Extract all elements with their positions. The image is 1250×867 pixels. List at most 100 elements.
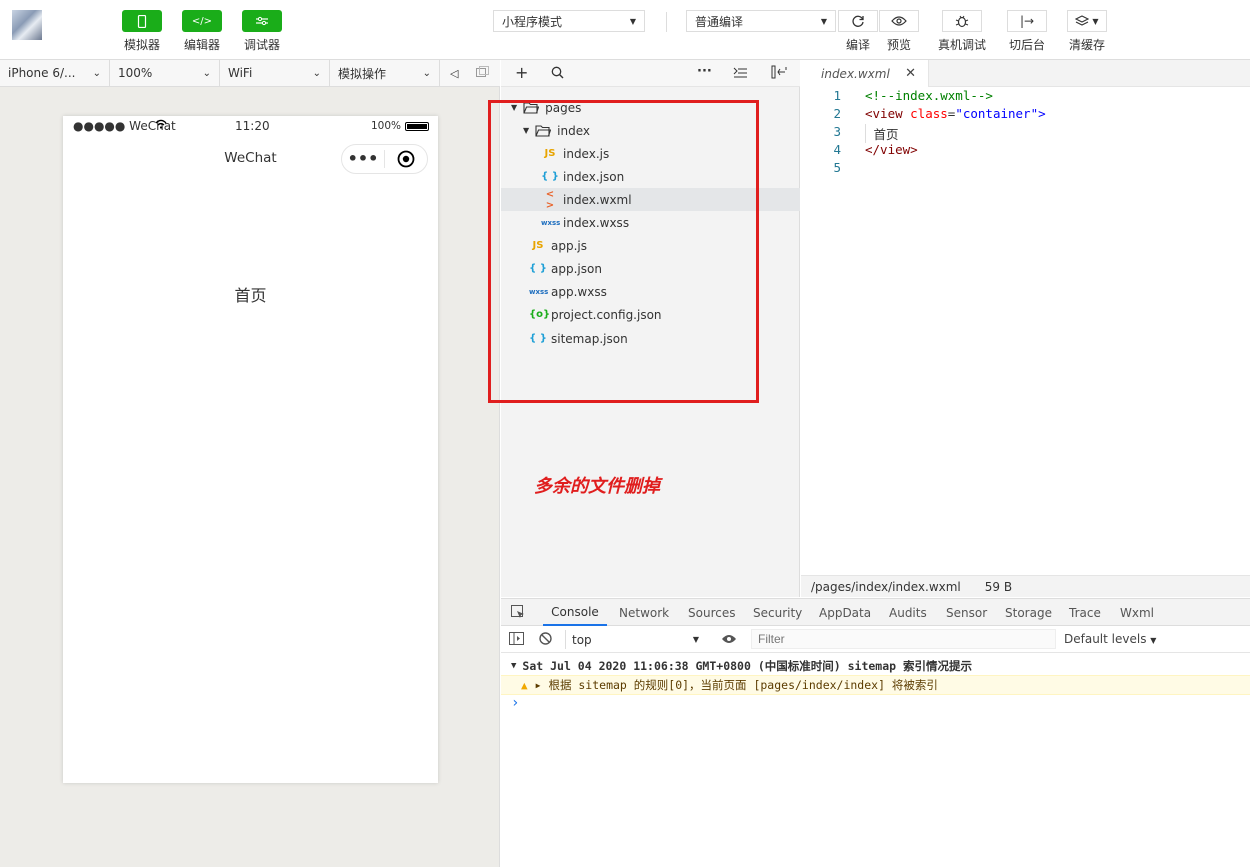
popout-button[interactable] xyxy=(476,66,490,80)
annotation-text: 多余的文件删掉 xyxy=(534,476,660,497)
caret-down-icon: ▼ xyxy=(1150,636,1157,645)
mode-select-value: 小程序模式 xyxy=(502,14,563,29)
context-select[interactable]: top ▼ xyxy=(565,630,705,649)
console-output: ▼ Sat Jul 04 2020 11:06:38 GMT+0800 (中国标… xyxy=(501,653,1250,867)
devtools-tab-sensor[interactable]: Sensor xyxy=(946,599,987,626)
compile-button[interactable] xyxy=(838,10,878,32)
zoom-select[interactable]: 100% ⌄ xyxy=(110,60,220,86)
mode-select[interactable]: 小程序模式 ▼ xyxy=(493,10,645,32)
debugger-toggle-button[interactable] xyxy=(242,10,282,32)
more-dots-icon[interactable]: ••• xyxy=(342,151,384,167)
phone-icon xyxy=(137,14,147,28)
exit-arrow-icon: |→ xyxy=(1019,14,1035,28)
status-file-path: /pages/index/index.wxml xyxy=(811,579,961,594)
caret-down-icon: ▼ xyxy=(1092,16,1099,26)
code-line-4: </view> xyxy=(865,142,918,157)
chevron-down-icon: ⌄ xyxy=(92,67,101,79)
eye-icon[interactable] xyxy=(721,633,737,648)
clear-cache-label: 清缓存 xyxy=(1068,38,1105,52)
line-number: 3 xyxy=(833,124,841,139)
warning-icon: ▲ xyxy=(521,678,528,692)
compile-select[interactable]: 普通编译 ▼ xyxy=(686,10,836,32)
devtools-tab-appdata[interactable]: AppData xyxy=(819,599,871,626)
devtools-tab-network[interactable]: Network xyxy=(619,599,669,626)
context-select-value: top xyxy=(572,632,592,647)
sidebar-toggle-icon[interactable] xyxy=(509,632,524,648)
device-select-value: iPhone 6/... xyxy=(8,66,76,80)
devtools-tab-wxml[interactable]: Wxml xyxy=(1120,599,1154,626)
log-warning-row[interactable]: ▲ ▶ 根据 sitemap 的规则[0]，当前页面 [pages/index/… xyxy=(501,675,1250,695)
simulator-toggle-button[interactable] xyxy=(122,10,162,32)
search-icon[interactable] xyxy=(551,66,564,82)
caret-down-icon: ▼ xyxy=(820,16,827,26)
compile-label: 编译 xyxy=(845,38,870,52)
clear-console-icon[interactable] xyxy=(539,632,552,648)
line-number: 1 xyxy=(833,88,841,103)
real-device-debug-button[interactable] xyxy=(942,10,982,32)
devtools-tab-security[interactable]: Security xyxy=(753,599,802,626)
devtools-tab-trace[interactable]: Trace xyxy=(1069,599,1101,626)
devtools-tab-sources[interactable]: Sources xyxy=(688,599,735,626)
switch-background-label: 切后台 xyxy=(1008,38,1045,52)
editor-label: 编辑器 xyxy=(183,38,220,52)
operation-select[interactable]: 模拟操作 ⌄ xyxy=(330,60,440,86)
devtools-tab-console[interactable]: Console xyxy=(543,599,607,626)
refresh-icon xyxy=(852,15,864,27)
code-line-2: <view class="container"> xyxy=(865,106,1046,121)
devtools-tab-bar: Console Network Sources Security AppData Audi… xyxy=(501,598,1250,626)
more-icon[interactable]: ··· xyxy=(697,64,712,79)
code-line-3: 首页 xyxy=(865,124,899,143)
devtools-tab-audits[interactable]: Audits xyxy=(889,599,927,626)
simulator-label: 模拟器 xyxy=(123,38,160,52)
real-device-debug-label: 真机调试 xyxy=(937,38,986,52)
debugger-label: 调试器 xyxy=(243,38,280,52)
status-time: 11:20 xyxy=(235,119,270,133)
preview-button[interactable] xyxy=(879,10,919,32)
status-file-size: 59 B xyxy=(984,579,1013,594)
window-icon xyxy=(476,66,489,77)
close-icon[interactable]: ✕ xyxy=(905,66,916,81)
code-tag-close: </view> xyxy=(865,142,918,157)
devtools-tab-storage[interactable]: Storage xyxy=(1005,599,1052,626)
sliders-icon xyxy=(256,16,268,26)
mute-button[interactable]: ◁ xyxy=(450,65,464,81)
editor-tab-bar: index.wxml ✕ xyxy=(801,60,1250,87)
editor-tab-active[interactable]: index.wxml ✕ xyxy=(801,60,929,87)
operation-select-value: 模拟操作 xyxy=(338,66,387,81)
annotation-box xyxy=(488,100,759,403)
code-icon: </> xyxy=(191,15,213,27)
log-group[interactable]: ▼ Sat Jul 04 2020 11:06:38 GMT+0800 (中国标… xyxy=(511,657,1246,675)
capsule-menu: ••• xyxy=(341,144,428,174)
battery-icon xyxy=(405,122,429,131)
user-avatar[interactable] xyxy=(12,10,42,40)
chevron-down-icon: ⌄ xyxy=(422,67,431,79)
page-content-text: 首页 xyxy=(234,286,267,305)
editor-toggle-button[interactable]: </> xyxy=(182,10,222,32)
switch-background-button[interactable]: |→ xyxy=(1007,10,1047,32)
console-filter-input[interactable] xyxy=(751,629,1056,649)
plus-icon[interactable]: + xyxy=(515,63,528,82)
phone-screen[interactable]: ●●●●● WeChat 11:20 100% WeChat ••• 首页 xyxy=(63,116,438,783)
console-prompt[interactable]: › xyxy=(511,695,519,711)
network-select[interactable]: WiFi ⌄ xyxy=(220,60,330,86)
code-editor[interactable]: 1 2 3 4 5 <!--index.wxml--> <view class=… xyxy=(801,87,1250,575)
log-group-text: Sat Jul 04 2020 11:06:38 GMT+0800 (中国标准时… xyxy=(522,659,972,673)
chevron-down-icon: ⌄ xyxy=(312,67,321,79)
speaker-icon: ◁ xyxy=(450,66,459,80)
compile-select-value: 普通编译 xyxy=(695,14,744,29)
editor-status-bar: /pages/index/index.wxml 59 B xyxy=(801,575,1250,597)
log-levels-select[interactable]: Default levels ▼ xyxy=(1064,632,1156,646)
line-number: 5 xyxy=(833,160,841,175)
code-attr: class xyxy=(910,106,948,121)
clear-cache-button[interactable]: ▼ xyxy=(1067,10,1107,32)
simulator-subbar: iPhone 6/... ⌄ 100% ⌄ WiFi ⌄ 模拟操作 ⌄ ◁ xyxy=(0,60,500,87)
close-capsule-icon[interactable] xyxy=(385,150,427,168)
split-panel-icon[interactable] xyxy=(771,65,787,82)
inspect-element-icon[interactable] xyxy=(511,605,525,622)
device-select[interactable]: iPhone 6/... ⌄ xyxy=(0,60,110,86)
collapse-all-icon[interactable] xyxy=(733,67,747,81)
preview-label: 预览 xyxy=(886,38,911,52)
code-line-1: <!--index.wxml--> xyxy=(865,88,993,103)
code-string: "container" xyxy=(955,106,1039,121)
caret-down-icon: ▼ xyxy=(629,16,636,26)
